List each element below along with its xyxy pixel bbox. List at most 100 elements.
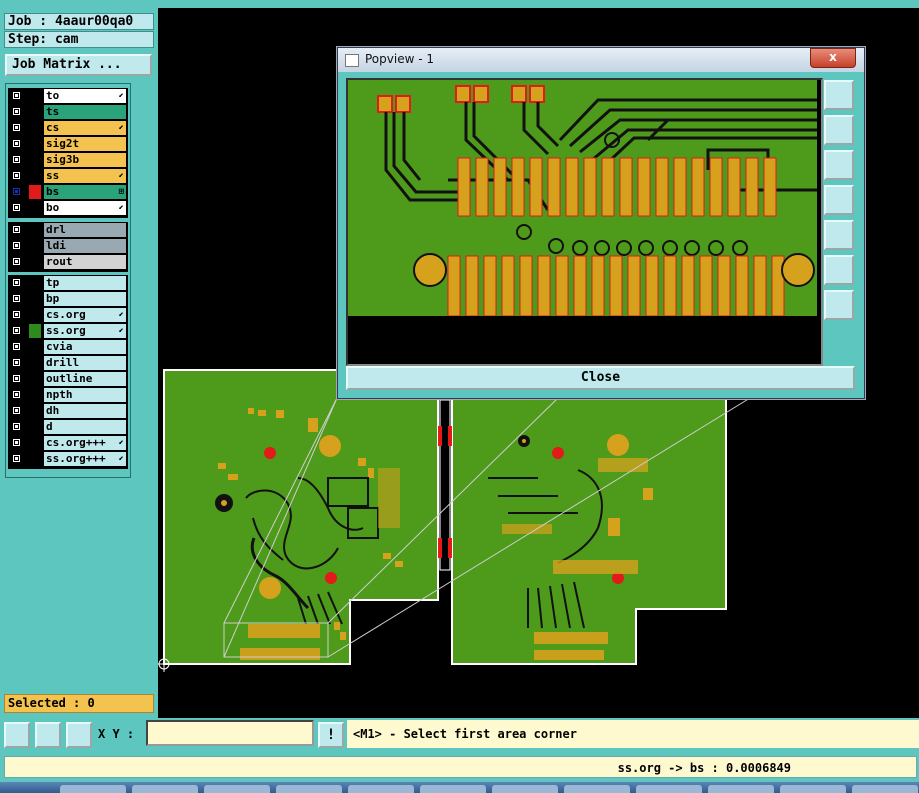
layer-checkbox[interactable] xyxy=(12,454,21,463)
layer-name[interactable]: npth xyxy=(44,388,126,402)
zoom-out-icon[interactable] xyxy=(824,255,854,285)
layer-name[interactable]: rout xyxy=(44,255,126,269)
snap-grid-icon[interactable] xyxy=(4,722,30,748)
layer-row[interactable]: bo ⬋ xyxy=(8,200,128,216)
layer-checkbox[interactable] xyxy=(12,91,21,100)
layer-affected-mark[interactable] xyxy=(29,185,41,199)
taskbar-item[interactable] xyxy=(348,785,414,793)
layer-row[interactable]: bp xyxy=(8,291,128,307)
taskbar-item[interactable] xyxy=(780,785,846,793)
layer-checkbox[interactable] xyxy=(12,225,21,234)
taskbar-item[interactable] xyxy=(276,785,342,793)
taskbar-item[interactable] xyxy=(420,785,486,793)
layer-checkbox[interactable] xyxy=(12,278,21,287)
taskbar-item[interactable] xyxy=(132,785,198,793)
layer-row[interactable]: ss.org+++ ⬋ xyxy=(8,451,128,467)
layer-row[interactable]: dh xyxy=(8,403,128,419)
taskbar-item[interactable] xyxy=(492,785,558,793)
layer-name[interactable]: ts xyxy=(44,105,126,119)
layer-name[interactable]: cs.org+++ ⬋ xyxy=(44,436,126,450)
layer-checkbox[interactable] xyxy=(12,422,21,431)
popview-window[interactable]: Popview - 1 x Close xyxy=(337,47,865,399)
layer-row[interactable]: cvia xyxy=(8,339,128,355)
layer-name[interactable]: drl xyxy=(44,223,126,237)
layer-checkbox[interactable] xyxy=(12,326,21,335)
layer-row[interactable]: ldi xyxy=(8,238,128,254)
zoom-in-icon[interactable] xyxy=(824,290,854,320)
pan-up-icon[interactable] xyxy=(824,115,854,145)
layer-checkbox[interactable] xyxy=(12,257,21,266)
layer-checkbox[interactable] xyxy=(12,438,21,447)
layer-name[interactable]: ss.org+++ ⬋ xyxy=(44,452,126,466)
layer-checkbox[interactable] xyxy=(12,187,21,196)
layer-name[interactable]: dh xyxy=(44,404,126,418)
layer-name[interactable]: ldi xyxy=(44,239,126,253)
layer-row[interactable]: sig3b xyxy=(8,152,128,168)
close-icon[interactable]: x xyxy=(810,48,856,68)
snap-intersect-icon[interactable] xyxy=(66,722,92,748)
layer-name[interactable]: to ⬋ xyxy=(44,89,126,103)
layer-name[interactable]: ss.org ⬋ xyxy=(44,324,126,338)
layer-row[interactable]: ts xyxy=(8,104,128,120)
layer-name[interactable]: bp xyxy=(44,292,126,306)
layer-checkbox[interactable] xyxy=(12,390,21,399)
layer-name[interactable]: cs.org ⬋ xyxy=(44,308,126,322)
layer-name[interactable]: drill xyxy=(44,356,126,370)
layer-name[interactable]: sig2t xyxy=(44,137,126,151)
layer-checkbox[interactable] xyxy=(12,294,21,303)
taskbar-item[interactable] xyxy=(564,785,630,793)
close-button[interactable]: Close xyxy=(346,366,855,390)
layer-row[interactable]: outline xyxy=(8,371,128,387)
layer-name[interactable]: outline xyxy=(44,372,126,386)
layer-row[interactable]: drill xyxy=(8,355,128,371)
layer-checkbox[interactable] xyxy=(12,139,21,148)
taskbar-item[interactable] xyxy=(708,785,774,793)
layer-row[interactable]: d xyxy=(8,419,128,435)
layer-row[interactable]: tp xyxy=(8,275,128,291)
layer-row[interactable]: ss.org ⬋ xyxy=(8,323,128,339)
layer-name[interactable]: tp xyxy=(44,276,126,290)
pan-left-icon[interactable] xyxy=(824,185,854,215)
layer-row[interactable]: cs.org+++ ⬋ xyxy=(8,435,128,451)
layer-row[interactable]: cs.org ⬋ xyxy=(8,307,128,323)
layer-checkbox[interactable] xyxy=(12,342,21,351)
layer-checkbox[interactable] xyxy=(12,155,21,164)
layer-name[interactable]: ss ⬋ xyxy=(44,169,126,183)
layer-checkbox[interactable] xyxy=(12,107,21,116)
layer-checkbox[interactable] xyxy=(12,203,21,212)
layer-row[interactable]: rout xyxy=(8,254,128,270)
layer-checkbox[interactable] xyxy=(12,123,21,132)
taskbar-item[interactable] xyxy=(852,785,918,793)
layer-row[interactable]: drl xyxy=(8,222,128,238)
layer-name[interactable]: cvia xyxy=(44,340,126,354)
taskbar-item[interactable] xyxy=(636,785,702,793)
layer-name[interactable]: bo ⬋ xyxy=(44,201,126,215)
layer-row[interactable]: npth xyxy=(8,387,128,403)
layer-checkbox[interactable] xyxy=(12,374,21,383)
job-matrix-button[interactable]: Job Matrix ... xyxy=(5,54,152,76)
hint-icon[interactable]: ! xyxy=(318,722,344,748)
layer-checkbox[interactable] xyxy=(12,241,21,250)
popview-titlebar[interactable]: Popview - 1 x xyxy=(338,48,864,72)
pan-right-icon[interactable] xyxy=(824,220,854,250)
layer-row[interactable]: ss ⬋ xyxy=(8,168,128,184)
snap-center-icon[interactable] xyxy=(35,722,61,748)
popview-zoom-area[interactable] xyxy=(346,78,823,366)
layer-name[interactable]: bs ⊞ xyxy=(44,185,126,199)
layer-row[interactable]: bs ⊞ xyxy=(8,184,128,200)
taskbar-item[interactable] xyxy=(204,785,270,793)
pan-down-icon[interactable] xyxy=(824,150,854,180)
layer-name[interactable]: sig3b xyxy=(44,153,126,167)
zoom-fit-icon[interactable] xyxy=(824,80,854,110)
layer-row[interactable]: cs ⬋ xyxy=(8,120,128,136)
layer-checkbox[interactable] xyxy=(12,171,21,180)
xy-input[interactable] xyxy=(146,720,314,746)
layer-checkbox[interactable] xyxy=(12,310,21,319)
layer-name[interactable]: cs ⬋ xyxy=(44,121,126,135)
layer-row[interactable]: sig2t xyxy=(8,136,128,152)
taskbar-item[interactable] xyxy=(60,785,126,793)
layer-checkbox[interactable] xyxy=(12,406,21,415)
layer-checkbox[interactable] xyxy=(12,358,21,367)
layer-row[interactable]: to ⬋ xyxy=(8,88,128,104)
layer-affected-mark[interactable] xyxy=(29,324,41,338)
